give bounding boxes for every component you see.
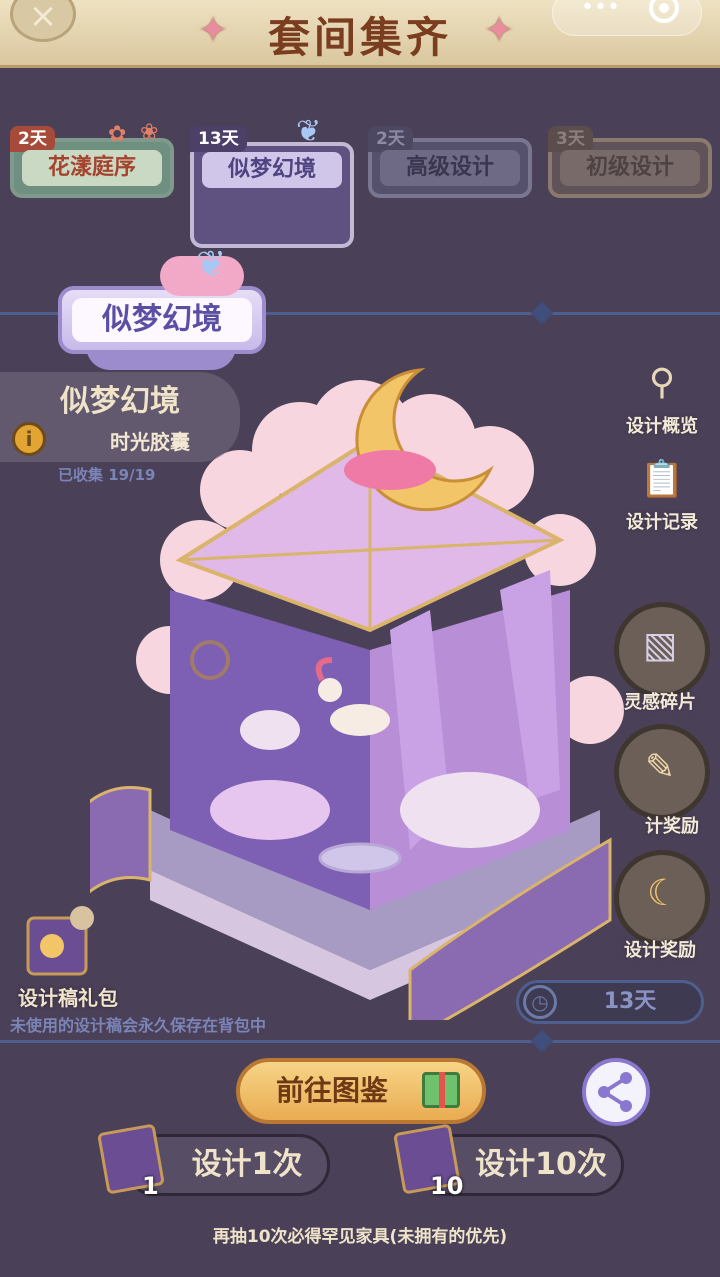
share-button[interactable] (582, 1058, 650, 1126)
gift-pack-label: 设计稿礼包 (18, 986, 118, 1010)
tab-days-badge: 2天 (368, 126, 413, 152)
scroll-count: 10 (430, 1172, 464, 1200)
catalog-button-label: 前往图鉴 (276, 1074, 389, 1107)
clock-icon: ◷ (523, 985, 557, 1019)
tab-label: 似梦幻境 (202, 152, 342, 188)
cumulative-reward-label-wrap: 计奖励 (612, 812, 720, 838)
storage-note: 未使用的设计稿会永久保存在背包中 (10, 1016, 267, 1035)
tab-chu-ji-she-ji[interactable]: 3天 初级设计 (548, 126, 712, 198)
inspiration-fragment-label-wrap: 灵感碎片 (600, 688, 720, 714)
moon-icon: ☾ (647, 873, 680, 914)
side-button-label: 计奖励 (645, 816, 699, 837)
tab-gao-ji-she-ji[interactable]: 2天 高级设计 (368, 126, 532, 198)
calendar-pen-icon: ✎ (645, 747, 676, 788)
scroll-count: 1 (142, 1172, 159, 1200)
side-button-label: 灵感碎片 (624, 692, 696, 713)
exit-target-icon[interactable] (649, 0, 679, 23)
tab-days-badge: 13天 (190, 126, 247, 152)
round-table (318, 842, 402, 874)
pity-tip: 再抽10次必得罕见家具(未拥有的优先) (212, 1227, 508, 1247)
clipboard-icon: 📋 (639, 459, 685, 500)
gift-box-icon (422, 1072, 460, 1108)
inspiration-fragment-button[interactable]: ▧ (614, 602, 710, 698)
timer-text: 13天 (603, 989, 657, 1014)
butterfly-icon: ❦ (296, 114, 322, 149)
header-bar: × ✦ 套间集齐 ✦ ••• (0, 0, 720, 68)
tab-label: 高级设计 (380, 150, 520, 186)
flower-icon: ❀ (140, 120, 159, 145)
go-to-catalog-button[interactable]: 前往图鉴 (236, 1058, 486, 1124)
miniprogram-capsule[interactable]: ••• (552, 0, 702, 36)
map-fragment-icon: ▧ (643, 625, 678, 666)
sparkle-icon: ✦ (484, 10, 515, 51)
design-record-button[interactable]: 📋 设计记录 (602, 458, 720, 534)
diamond-icon (530, 301, 554, 325)
collected-count: 已收集 19/19 (58, 466, 156, 484)
divider-bottom (0, 1029, 720, 1053)
design-overview-button[interactable]: ⚲ 设计概览 (602, 362, 720, 438)
flower-icon: ✿ (108, 122, 127, 147)
cumulative-reward-button[interactable]: ✎ (614, 724, 710, 820)
design-reward-button[interactable]: ☾ (614, 850, 710, 946)
set-subtitle: 时光胶囊 (110, 430, 190, 454)
remaining-time: ◷ 13天 (516, 980, 704, 1024)
magnifier-icon: ⚲ (648, 362, 676, 403)
tab-label: 初级设计 (560, 150, 700, 186)
side-button-label: 设计概览 (626, 416, 698, 437)
tab-si-meng-huan-jing[interactable]: 13天 似梦幻境 (190, 126, 354, 248)
tab-days-badge: 2天 (10, 126, 55, 152)
side-button-label: 设计记录 (626, 512, 698, 533)
diamond-icon (530, 1029, 554, 1053)
set-name: 似梦幻境 (60, 384, 180, 419)
design-gift-pack-icon[interactable] (22, 898, 106, 982)
tab-days-badge: 3天 (548, 126, 593, 152)
side-button-label: 设计奖励 (624, 940, 696, 961)
design-reward-label-wrap: 设计奖励 (600, 936, 720, 962)
butterfly-icon: ❦ (196, 244, 227, 285)
share-icon (598, 1072, 632, 1112)
tab-hua-yang-ting-xu[interactable]: 2天 花漾庭序 (10, 126, 174, 198)
info-icon[interactable]: i (12, 422, 46, 456)
tab-label: 花漾庭序 (22, 150, 162, 186)
more-icon[interactable]: ••• (581, 0, 620, 20)
